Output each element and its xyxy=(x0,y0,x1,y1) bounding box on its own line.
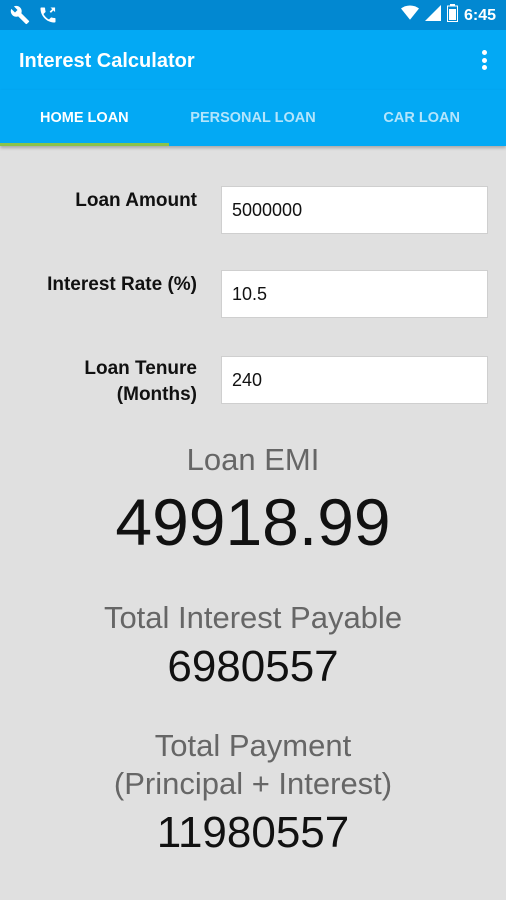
emi-label: Loan EMI xyxy=(186,442,320,477)
wrench-icon xyxy=(10,5,30,30)
loan-amount-label: Loan Amount xyxy=(75,190,197,211)
tab-car-loan[interactable]: CAR LOAN xyxy=(337,90,506,146)
emi-value: 49918.99 xyxy=(115,485,391,559)
emi-section: Loan EMI 49918.99 xyxy=(0,442,506,560)
total-interest-value: 6980557 xyxy=(167,642,339,691)
more-vert-icon[interactable] xyxy=(472,48,496,72)
interest-rate-label: Interest Rate (%) xyxy=(47,274,197,295)
total-payment-label-line1: Total Payment xyxy=(154,728,352,763)
battery-icon xyxy=(446,4,458,27)
interest-rate-input[interactable] xyxy=(221,270,488,318)
clock-time: 6:45 xyxy=(463,6,496,24)
app-bar: Interest Calculator xyxy=(0,30,506,90)
tab-personal-loan[interactable]: PERSONAL LOAN xyxy=(169,90,338,146)
signal-icon xyxy=(424,5,441,26)
payment-section: Total Payment (Principal + Interest) 119… xyxy=(0,728,506,858)
app-title: Interest Calculator xyxy=(19,50,195,72)
loan-tenure-label: Loan Tenure (Months) xyxy=(84,356,197,408)
interest-section: Total Interest Payable 6980557 xyxy=(0,600,506,692)
status-bar: 6:45 xyxy=(0,0,506,30)
loan-amount-input[interactable] xyxy=(221,186,488,234)
missed-call-icon xyxy=(38,5,58,30)
loan-tenure-label-line1: Loan Tenure xyxy=(84,358,197,379)
wifi-icon xyxy=(400,5,419,26)
total-payment-value: 11980557 xyxy=(156,808,350,857)
tab-bar: HOME LOAN PERSONAL LOAN CAR LOAN xyxy=(0,90,506,146)
total-payment-label-line2: (Principal + Interest) xyxy=(113,766,393,801)
loan-tenure-label-line2: (Months) xyxy=(116,384,197,405)
loan-tenure-input[interactable] xyxy=(221,356,488,404)
total-interest-label: Total Interest Payable xyxy=(103,600,403,635)
status-right-icons: 6:45 xyxy=(400,4,496,27)
status-left-icons xyxy=(10,5,58,30)
tab-home-loan[interactable]: HOME LOAN xyxy=(0,90,169,146)
